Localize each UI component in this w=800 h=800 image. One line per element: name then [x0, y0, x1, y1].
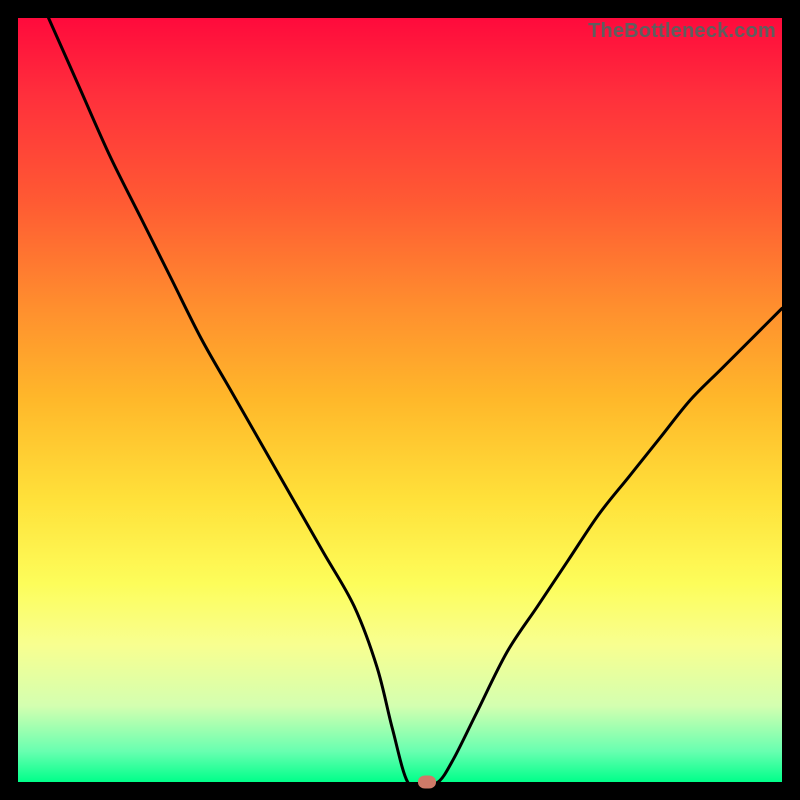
optimal-marker [418, 776, 436, 789]
bottleneck-curve [18, 18, 782, 782]
plot-area: TheBottleneck.com [18, 18, 782, 782]
chart-container: TheBottleneck.com [0, 0, 800, 800]
